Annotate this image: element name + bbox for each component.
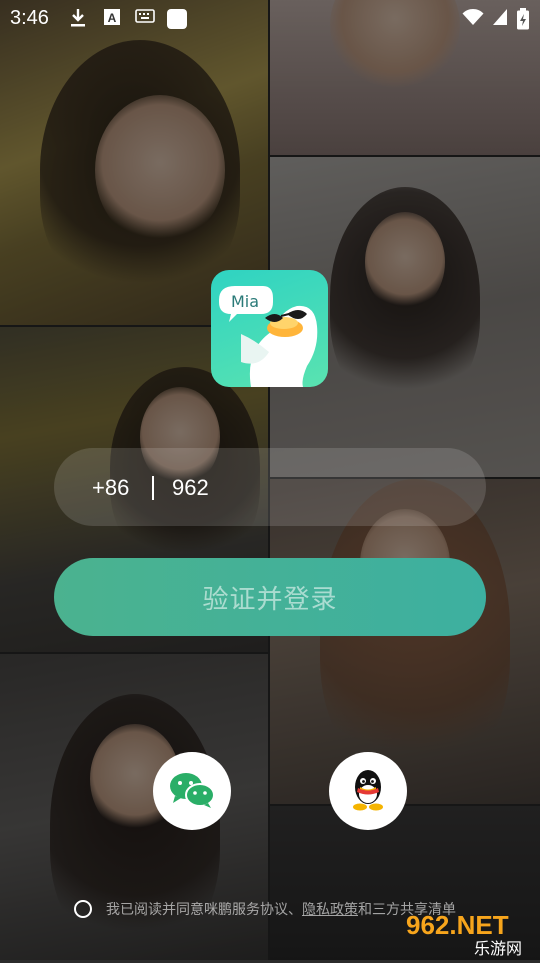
wechat-login-button[interactable] [153, 752, 231, 830]
wechat-icon [169, 772, 215, 813]
qq-icon [348, 769, 388, 816]
watermark-main: 962.NET [406, 910, 509, 940]
battery-charging-icon [516, 8, 530, 36]
qq-login-button[interactable] [329, 752, 407, 830]
watermark: 962.NET 乐游网 [404, 906, 534, 958]
wifi-icon [462, 8, 484, 32]
divider [152, 476, 154, 500]
status-bar: 3:46 A [0, 0, 540, 36]
phone-input-field[interactable]: +86 [54, 448, 486, 526]
download-icon [70, 8, 86, 34]
privacy-policy-link[interactable]: 隐私政策 [302, 902, 358, 918]
agreement-conjunction: 和 [358, 902, 372, 918]
keyboard-icon [135, 8, 155, 30]
country-code[interactable]: +86 [92, 475, 129, 501]
phone-number-input[interactable] [170, 466, 464, 510]
agreement-radio[interactable] [74, 900, 92, 918]
watermark-sub: 乐游网 [474, 939, 522, 958]
signal-icon [492, 8, 508, 32]
agreement-text: 我已阅读并同意咪鹏服务协议、 [106, 902, 302, 918]
agreement-row: 我已阅读并同意咪鹏服务协议、隐私政策和三方共享清单 [74, 899, 456, 919]
app-icon [166, 8, 188, 36]
verify-login-button[interactable]: 验证并登录 [54, 558, 486, 636]
a-text-icon: A [103, 8, 121, 32]
app-logo: Mia [211, 270, 328, 387]
logo-text: Mia [231, 292, 259, 311]
status-time: 3:46 [10, 7, 49, 29]
svg-text:A: A [108, 11, 117, 25]
